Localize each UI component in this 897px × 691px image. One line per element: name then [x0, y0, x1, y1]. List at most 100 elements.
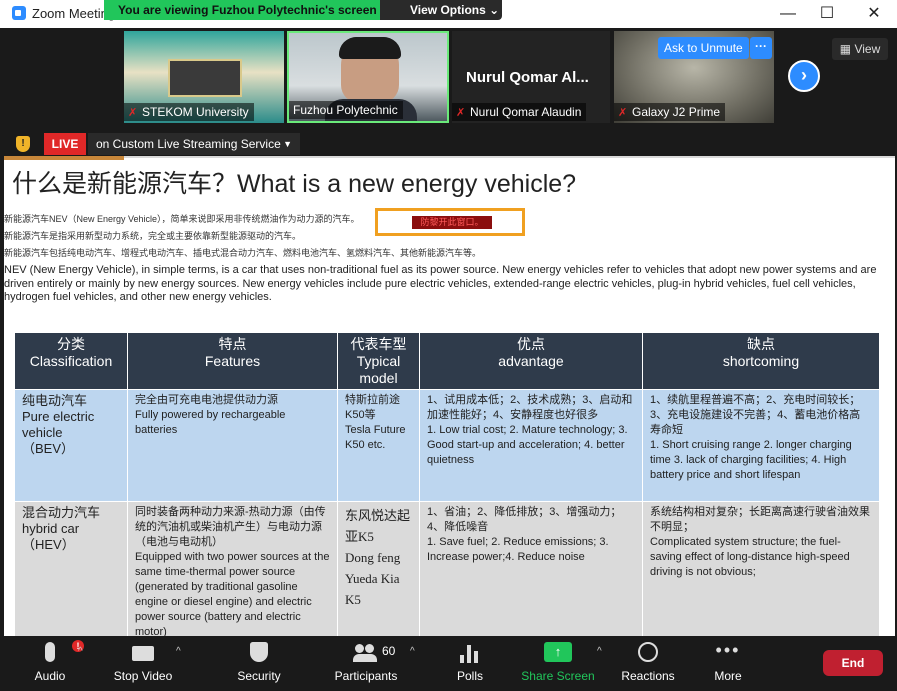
english-paragraph: NEV (New Energy Vehicle), in simple term… [4, 264, 877, 303]
short-cn: 1、续航里程普遍不高；2、充电时间较长；3、充电设施建设不完善；4、蓄电池价格高… [650, 394, 861, 436]
view-options-label: View Options [410, 3, 486, 17]
features-en: Fully powered by rechargeable batteries [135, 409, 286, 436]
header-cell: 缺点 shortcoming [642, 332, 880, 390]
header-cn: 优点 [517, 336, 545, 352]
security-shield-icon[interactable]: ! [16, 136, 30, 152]
live-service-dropdown[interactable]: on Custom Live Streaming Service ▼ [88, 133, 300, 155]
stop-video-label: Stop Video [113, 669, 173, 683]
participant-name: Fuzhou Polytechnic [293, 103, 398, 117]
features-en: Equipped with two power sources at the s… [135, 551, 330, 636]
short-cn: 系统结构相对复杂；长距离高速行驶省油效果不明显； [650, 506, 870, 533]
model-cn: 特斯拉前途K50等 [345, 394, 400, 421]
cn-line: 新能源汽车NEV（New Energy Vehicle），简单来说即采用非传统燃… [4, 214, 360, 224]
shield-icon [250, 642, 268, 662]
security-button[interactable]: Security [229, 636, 289, 691]
model-cn: 东风悦达起亚K5 [345, 508, 411, 544]
table-cell: 特斯拉前途K50等 Tesla Future K50 etc. [337, 389, 420, 502]
table-row: 混合动力汽车 hybrid car （HEV） 同时装备两种动力来源-热动力源（由传… [14, 501, 880, 636]
header-en: shortcoming [722, 353, 800, 369]
header-cell: 代表车型 Typical model [337, 332, 420, 390]
participants-count: 60 [382, 644, 396, 658]
polls-button[interactable]: Polls [445, 636, 495, 691]
microphone-icon [45, 642, 55, 662]
view-button[interactable]: ▦ View [832, 38, 888, 60]
participant-name: Galaxy J2 Prime [632, 105, 721, 119]
short-en: Complicated system structure; the fuel-s… [650, 536, 850, 578]
polls-label: Polls [456, 669, 483, 683]
participants-strip: ✗ STEKOM University Fuzhou Polytechnic Nu… [0, 28, 897, 128]
table-cell: 东风悦达起亚K5 Dong feng Yueda Kia K5 [337, 501, 420, 636]
header-cn: 代表车型 [350, 336, 407, 352]
slide-title: 什么是新能源汽车？What is a new energy vehicle? [12, 170, 577, 198]
audio-button[interactable]: ! Audio [20, 636, 84, 691]
minimize-button[interactable]: — [776, 3, 800, 25]
poster-image [168, 59, 242, 97]
class-abbr: （BEV） [22, 441, 75, 456]
cn-line: 新能源汽车包括纯电动汽车、增程式电动汽车、插电式混合动力汽车、燃料电池汽车、氢燃… [4, 248, 482, 258]
participant-name: STEKOM University [142, 105, 249, 119]
more-button[interactable]: ••• More [703, 636, 753, 691]
mic-muted-icon: ✗ [618, 107, 628, 119]
table-header-row: 分类 Classification 特点 Features 代表车型 Typical … [14, 332, 880, 390]
header-en: advantage [498, 353, 564, 369]
participant-tile[interactable]: Ask to Unmute ··· ✗ Galaxy J2 Prime [614, 31, 774, 123]
ask-to-unmute-button[interactable]: Ask to Unmute [658, 37, 749, 59]
live-bar: ! LIVE on Custom Live Streaming Service … [0, 130, 897, 156]
share-options-caret[interactable]: ^ [597, 646, 602, 657]
share-screen-label: Share Screen [521, 669, 595, 683]
mic-muted-icon: ✗ [456, 107, 466, 119]
reactions-button[interactable]: Reactions [617, 636, 679, 691]
header-en: Classification [29, 353, 113, 369]
more-dots-icon: ••• [715, 640, 741, 660]
stop-video-button[interactable]: Stop Video [108, 636, 178, 691]
participant-tile[interactable]: Nurul Qomar Al... ✗ Nurul Qomar Alaudin [452, 31, 610, 123]
participant-name-tag: ✗ STEKOM University [124, 103, 254, 121]
adv-cn: 1、试用成本低；2、技术成熟；3、启动和加速性能好；4、安静程度也好很多 [427, 394, 633, 421]
video-options-caret[interactable]: ^ [176, 646, 181, 657]
next-page-button[interactable]: › [788, 60, 820, 92]
model-en: Dong feng Yueda Kia K5 [345, 550, 401, 607]
participant-tile[interactable]: ✗ STEKOM University [124, 31, 284, 123]
adv-en: 1. Save fuel; 2. Reduce emissions; 3. In… [427, 536, 609, 563]
highlight-box: 防黎开此窗口。 [375, 208, 525, 236]
viewing-screen-text: You are viewing Fuzhou Polytechnic's scr… [104, 0, 380, 20]
features-cn: 同时装备两种动力来源-热动力源（由传统的汽油机或柴油机产生）与电动力源（电池与电… [135, 506, 326, 548]
slide-divider [124, 156, 895, 158]
reactions-label: Reactions [621, 669, 675, 683]
maximize-button[interactable]: ☐ [815, 3, 839, 25]
participants-options-caret[interactable]: ^ [410, 646, 415, 657]
header-cn: 分类 [57, 336, 85, 352]
participants-label: Participants [334, 669, 398, 683]
header-en: Typical model [356, 353, 401, 386]
participant-tile-active[interactable]: Fuzhou Polytechnic [287, 31, 449, 123]
end-meeting-button[interactable]: End [823, 650, 883, 676]
tile-more-button[interactable]: ··· [750, 37, 772, 59]
participant-name-tag: Fuzhou Polytechnic [289, 101, 403, 119]
chevron-down-icon: ⌄ [489, 3, 500, 17]
header-cell: 分类 Classification [14, 332, 128, 390]
share-screen-button[interactable]: ↑ Share Screen [520, 636, 596, 691]
header-en: Features [204, 353, 261, 369]
share-arrow-icon: ↑ [544, 642, 572, 662]
participant-display-name: Nurul Qomar Al... [466, 69, 589, 86]
title-bar: Zoom Meeting You are viewing Fuzhou Poly… [0, 0, 897, 28]
live-badge[interactable]: LIVE [44, 133, 86, 155]
stamp-label: 防黎开此窗口。 [412, 216, 492, 229]
class-cn: 混合动力汽车 [22, 505, 101, 520]
shared-screen[interactable]: 什么是新能源汽车？What is a new energy vehicle? 新… [4, 156, 895, 636]
audio-options-caret[interactable]: ^ [78, 646, 83, 657]
view-options-button[interactable]: View Options ⌄ [380, 0, 502, 20]
zoom-window: Zoom Meeting You are viewing Fuzhou Poly… [0, 0, 897, 691]
adv-en: 1. Low trial cost; 2. Mature technology;… [427, 424, 628, 466]
view-label: View [854, 42, 881, 56]
table-cell: 系统结构相对复杂；长距离高速行驶省油效果不明显； Complicated syst… [642, 501, 880, 636]
participant-name-tag: ✗ Galaxy J2 Prime [614, 103, 726, 121]
participant-name: Nurul Qomar Alaudin [470, 105, 582, 119]
features-cn: 完全由可充电电池提供动力源 [135, 394, 278, 406]
table-cell: 1、试用成本低；2、技术成熟；3、启动和加速性能好；4、安静程度也好很多 1. L… [419, 389, 643, 502]
audio-label: Audio [34, 669, 66, 683]
comparison-table: 分类 Classification 特点 Features 代表车型 Typical … [14, 332, 880, 636]
participant-name-tag: ✗ Nurul Qomar Alaudin [452, 103, 587, 121]
close-button[interactable]: ✕ [862, 3, 886, 25]
table-cell: 纯电动汽车 Pure electric vehicle （BEV） [14, 389, 128, 502]
